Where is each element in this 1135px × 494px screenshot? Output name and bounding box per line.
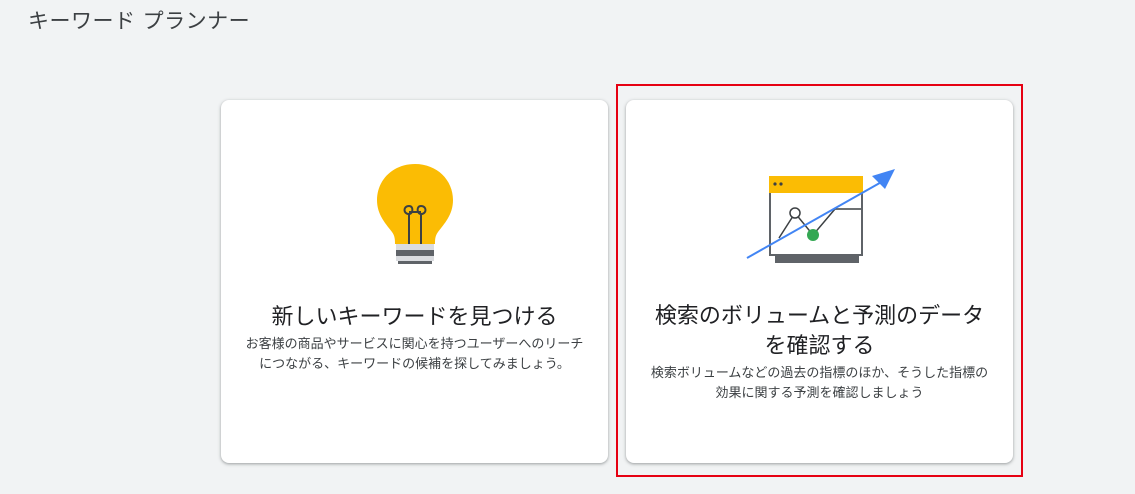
lightbulb-icon (221, 152, 608, 282)
search-volume-forecast-card[interactable]: 検索のボリュームと予測のデータを確認する 検索ボリュームなどの過去の指標のほか、… (626, 100, 1013, 463)
card-title: 検索のボリュームと予測のデータを確認する (654, 304, 985, 359)
trend-chart-icon (626, 152, 1013, 282)
card-description: お客様の商品やサービスに関心を持つユーザーへのリーチにつながる、キーワードの候補… (245, 337, 584, 372)
page-title: キーワード プランナー (28, 9, 251, 33)
card-title: 新しいキーワードを見つける (271, 305, 558, 330)
card-description: 検索ボリュームなどの過去の指標のほか、そうした指標の効果に関する予測を確認しまし… (650, 366, 989, 401)
find-new-keywords-card[interactable]: 新しいキーワードを見つける お客様の商品やサービスに関心を持つユーザーへのリーチ… (221, 100, 608, 463)
